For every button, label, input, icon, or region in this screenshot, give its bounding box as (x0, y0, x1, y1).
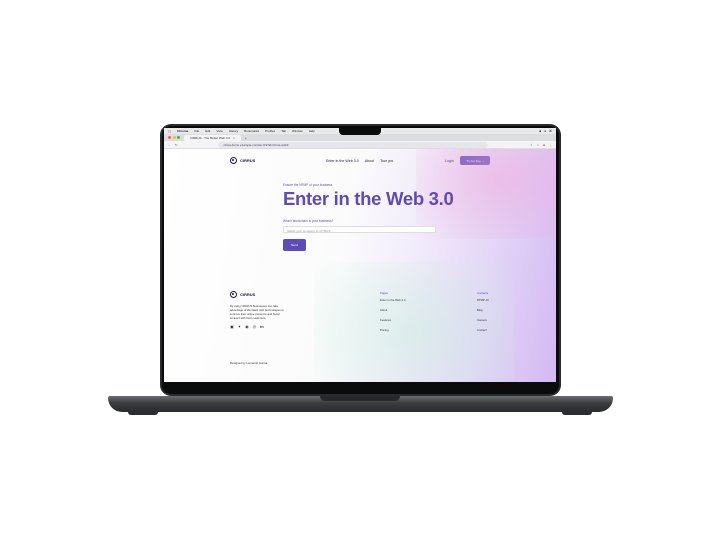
twitter-icon[interactable]: ✦ (238, 324, 241, 329)
laptop-foot-left (128, 412, 158, 415)
footer-link-careers[interactable]: Careers (477, 318, 489, 322)
footer-contacts-heading: Contacts (477, 291, 489, 295)
star-icon[interactable]: ☆ (536, 143, 539, 147)
close-tab-icon[interactable]: × (233, 136, 235, 140)
menu-item-history[interactable]: History (229, 129, 238, 133)
back-icon[interactable]: ← (168, 143, 171, 147)
footer-link-contact[interactable]: Contact (477, 328, 489, 332)
reload-icon[interactable]: ↻ (175, 143, 178, 147)
laptop-foot-right (562, 412, 592, 415)
menu-item-tab[interactable]: Tab (281, 129, 286, 133)
footer-link-rtmp[interactable]: RTMP-IO (477, 298, 489, 302)
site-logo[interactable]: CIRRUS (230, 157, 255, 164)
send-button[interactable]: Send (283, 239, 306, 251)
window-controls (168, 136, 180, 139)
nav-link-about[interactable]: About (365, 159, 374, 163)
tab-title: CIRRUS - The Better Web 3.0 (190, 135, 231, 140)
hero-section: Ensure the NFMP of your business Enter i… (283, 183, 454, 251)
footer-link-pricing[interactable]: Pricing (380, 328, 405, 332)
brand-name: CIRRUS (240, 158, 256, 163)
blockchain-input[interactable]: Select your company to CITRUS (283, 226, 436, 233)
arrow-right-icon: › (482, 158, 484, 163)
cirrus-logo-icon (230, 291, 237, 298)
browser-tab[interactable]: CIRRUS - The Better Web 3.0 × (184, 134, 241, 141)
footer-link-web3[interactable]: Enter in the Web 3.0 (380, 298, 405, 302)
browser-tabbar: CIRRUS - The Better Web 3.0 × + (164, 134, 556, 141)
nav-link-web3[interactable]: Enter in the Web 3.0 (326, 159, 359, 163)
blockchain-field-label: Which blockchain is your business? (283, 219, 334, 223)
new-tab-icon[interactable]: + (245, 136, 247, 140)
menubar-app[interactable]: Chrome (177, 129, 188, 133)
footer-credits: Designed by Leonardo Garcia (230, 361, 268, 365)
web-page: CIRRUS Enter in the Web 3.0 About Tour p… (164, 149, 556, 382)
menu-item-window[interactable]: Window (292, 129, 303, 133)
signup-button[interactable]: Try for free › (460, 156, 490, 165)
camera-notch (339, 126, 381, 135)
footer-pages-heading: Pages (380, 291, 388, 295)
browser-addressbar: ← ↻ cirrus.demo.example.com/en-US?id=cir… (164, 141, 556, 149)
site-navbar: CIRRUS Enter in the Web 3.0 About Tour p… (164, 156, 556, 166)
footer-brand: CIRRUS By using CIRRUS businesses can ta… (230, 291, 288, 329)
hero-eyebrow: Ensure the NFMP of your business (283, 183, 333, 187)
cirrus-logo-icon (230, 157, 237, 164)
footer-pages-column: Pages Enter in the Web 3.0 About Feature… (380, 291, 405, 338)
laptop-screen:  Chrome File Edit View History Bookmark… (164, 128, 556, 382)
minimize-window-dot[interactable] (172, 136, 176, 139)
social-links: ▣ ✦ ◉ ◎ in (230, 324, 288, 329)
menu-item-help[interactable]: Help (309, 129, 315, 133)
github-icon[interactable]: ◉ (245, 324, 249, 329)
signup-label: Try for free (466, 158, 481, 163)
footer-brand-name: CIRRUS (240, 292, 256, 297)
zoom-window-dot[interactable] (177, 136, 180, 139)
menu-item-bookmarks[interactable]: Bookmarks (244, 129, 259, 133)
menu-item-profiles[interactable]: Profiles (265, 129, 275, 133)
status-icons: ■ ● ⌘ (539, 129, 552, 133)
footer-link-about[interactable]: About (380, 308, 405, 312)
footer-link-features[interactable]: Features (380, 318, 405, 322)
share-icon[interactable]: ⇧ (530, 143, 533, 147)
browser-toolbar-icons: ⇧ ☆ ■ ⋮ (530, 143, 552, 147)
login-link[interactable]: Login (445, 159, 454, 163)
apple-icon[interactable]:  (168, 129, 171, 134)
dribbble-icon[interactable]: ◎ (253, 324, 257, 329)
nav-links: Enter in the Web 3.0 About Tour pro (326, 159, 393, 163)
instagram-icon[interactable]: ▣ (230, 324, 234, 329)
footer-logo[interactable]: CIRRUS (230, 291, 288, 298)
nav-link-tour[interactable]: Tour pro (380, 159, 393, 163)
menu-icon[interactable]: ⋮ (549, 143, 552, 147)
menu-item-view[interactable]: View (216, 129, 222, 133)
linkedin-icon[interactable]: in (260, 324, 264, 329)
extension-icon[interactable]: ■ (543, 143, 545, 147)
close-window-dot[interactable] (168, 136, 171, 139)
url-field[interactable]: cirrus.demo.example.com/en-US?id=cirrus-… (217, 141, 488, 148)
footer-link-blog[interactable]: Blog (477, 308, 489, 312)
hero-title: Enter in the Web 3.0 (283, 188, 454, 209)
footer-contacts-column: Contacts RTMP-IO Blog Careers Contact (477, 291, 489, 338)
menu-item-file[interactable]: File (194, 129, 199, 133)
laptop-opening-notch (320, 396, 400, 401)
menu-item-edit[interactable]: Edit (205, 129, 210, 133)
footer-description: By using CIRRUS businesses can take adva… (230, 304, 284, 320)
